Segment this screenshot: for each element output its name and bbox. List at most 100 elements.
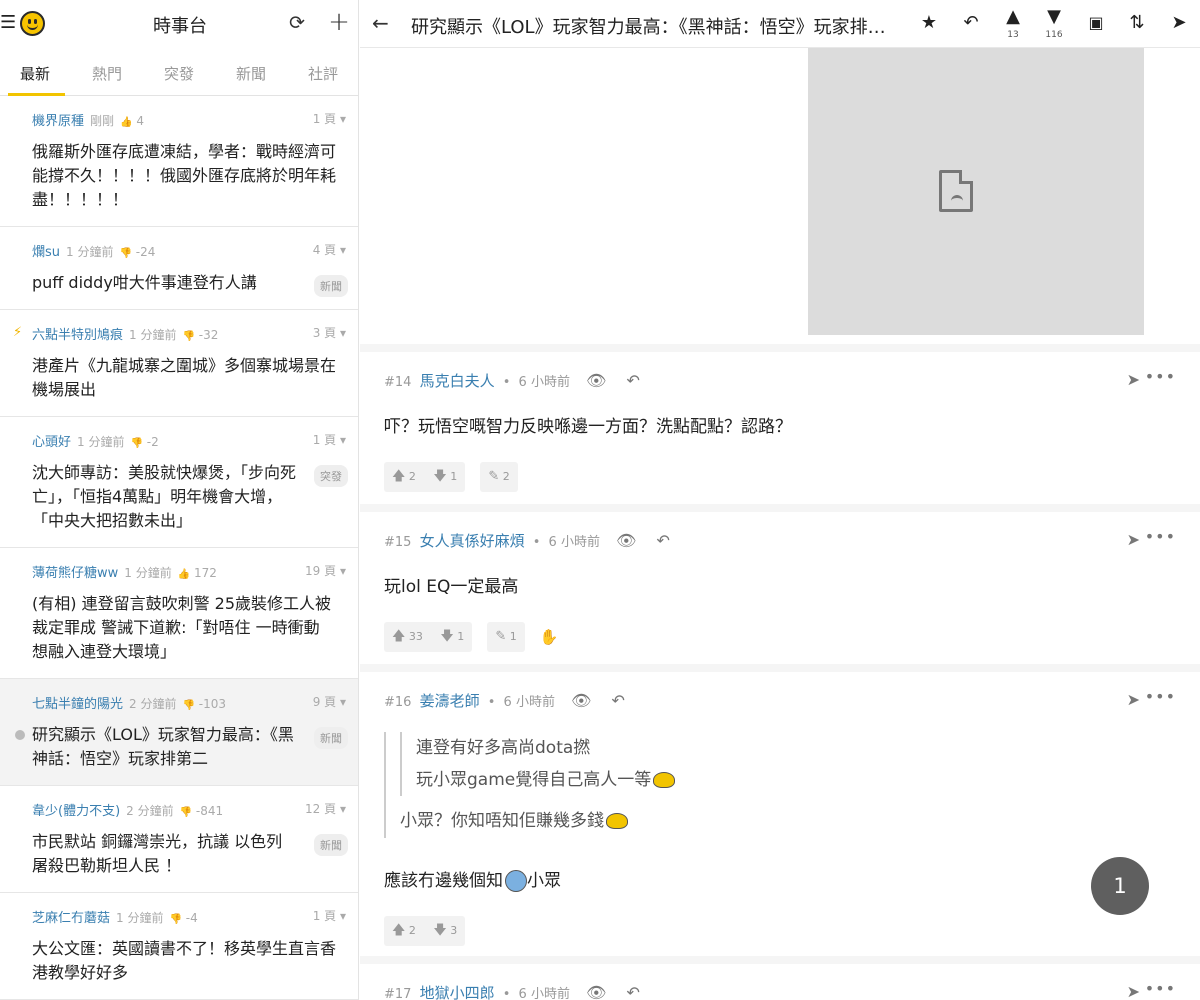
post-body: 吓？玩悟空嘅智力反映喺邊一方面？洗點配點？認路？	[384, 417, 792, 437]
refresh-icon[interactable]: ⟳	[286, 12, 308, 34]
downvote-count: 1	[457, 630, 465, 643]
thread-item[interactable]: 爛su 1 分鐘前 👎 -24 4 頁 ▾ puff diddy咁大件事連登冇人講 新聞	[0, 227, 358, 310]
thread-tag: 新聞	[314, 834, 348, 856]
thread-pages[interactable]: 19 頁 ▾	[305, 562, 346, 579]
thread-item[interactable]: ⚡ 六點半特別鳩痕 1 分鐘前 👎 -32 3 頁 ▾ 港產片《九龍城寨之圍城》多個寨城場…	[0, 310, 358, 417]
back-arrow-icon[interactable]: ←	[372, 11, 389, 35]
thread-content: #14 馬克白夫人 • 6 小時前 👁 ↶ ➤ ••• 吓？玩悟空嘅智力反映喺邊…	[360, 48, 1200, 1000]
like-count: 13	[1007, 30, 1019, 40]
thumbs-down-icon: 👎	[179, 807, 193, 818]
thread-tag: 突發	[314, 465, 348, 487]
thread-meta: 六點半特別鳩痕 1 分鐘前 👎 -32 3 頁 ▾	[32, 324, 346, 344]
downvote-icon[interactable]: 🡇	[433, 469, 446, 484]
upvote-icon[interactable]: 🡅	[392, 629, 405, 644]
share-icon[interactable]: ➤	[1127, 690, 1140, 709]
image-mode-icon[interactable]: ▣	[1085, 12, 1107, 34]
post-time: 6 小時前	[503, 695, 555, 710]
author-only-icon[interactable]: ⇅	[1126, 12, 1148, 34]
upvote-icon[interactable]: 🡅	[392, 923, 405, 938]
thread-meta: 薄荷熊仔糖ww 1 分鐘前 👍 172 19 頁 ▾	[32, 562, 346, 582]
eye-icon[interactable]: 👁	[571, 691, 591, 710]
thread-item[interactable]: 韋少(體力不支) 2 分鐘前 👎 -841 12 頁 ▾ 市民默站 銅鑼灣崇光，抗議 以…	[0, 786, 358, 893]
smiley-logo-icon[interactable]	[20, 11, 45, 36]
tab-breaking[interactable]: 突發	[164, 63, 194, 84]
post-header: #15 女人真係好麻煩 • 6 小時前 👁 ↶ ➤ •••	[384, 527, 1176, 550]
more-icon[interactable]: •••	[1145, 979, 1176, 998]
tab-news[interactable]: 新聞	[236, 63, 266, 84]
broken-image-icon	[939, 170, 973, 212]
tab-latest[interactable]: 最新	[20, 63, 50, 84]
thread-title[interactable]: 俄羅斯外匯存底遭凍結，學者：戰時經濟可能撐不久！！！！俄國外匯存底將於明年耗盡！…	[32, 140, 346, 212]
tab-hot[interactable]: 熱門	[92, 63, 122, 84]
menu-icon[interactable]: ☰	[0, 14, 16, 34]
reply-icon[interactable]: ↶	[960, 12, 982, 34]
tab-editorial[interactable]: 社評	[308, 63, 338, 84]
thread-title[interactable]: 大公文匯：英國讀書不了！移英學生直言香港教學好好多	[32, 937, 346, 985]
separator-dot: •	[532, 535, 541, 550]
thread-pages[interactable]: 1 頁 ▾	[313, 431, 346, 448]
thread-item[interactable]: 七點半鐘的陽光 2 分鐘前 👎 -103 9 頁 ▾ 研究顯示《LOL》玩家智力最高：《…	[0, 679, 358, 786]
thread-pages[interactable]: 4 頁 ▾	[313, 241, 346, 258]
more-icon[interactable]: •••	[1145, 527, 1176, 546]
separator-dot: •	[502, 987, 511, 1000]
thread-author[interactable]: 薄荷熊仔糖ww	[32, 566, 118, 581]
post-author[interactable]: 地獄小四郎	[420, 984, 495, 1000]
thread-author[interactable]: 六點半特別鳩痕	[32, 328, 123, 343]
post-header: #17 地獄小四郎 • 6 小時前 👁 ↶ ➤ •••	[384, 979, 1176, 1000]
dislike-icon[interactable]: ▼	[1043, 6, 1065, 28]
post-image[interactable]	[808, 48, 1144, 335]
quote-reply-icon[interactable]: ↶	[657, 531, 670, 550]
thread-author[interactable]: 機界原種	[32, 114, 84, 129]
thread-item[interactable]: 薄荷熊仔糖ww 1 分鐘前 👍 172 19 頁 ▾ (有相) 連登留言鼓吹刺警 25歲…	[0, 548, 358, 679]
thread-pages[interactable]: 3 頁 ▾	[313, 324, 346, 341]
thread-pages[interactable]: 9 頁 ▾	[313, 693, 346, 710]
thumbs-down-icon: 👎	[169, 914, 182, 925]
thread-author[interactable]: 韋少(體力不支)	[32, 804, 120, 819]
post-author[interactable]: 姜濤老師	[420, 692, 480, 710]
thread-item[interactable]: 機界原種 剛剛 👍 4 1 頁 ▾ 俄羅斯外匯存底遭凍結，學者：戰時經濟可能撐不久！！！…	[0, 96, 358, 227]
thread-author[interactable]: 芝麻仁冇蘑菇	[32, 911, 110, 926]
downvote-icon[interactable]: 🡇	[433, 923, 446, 938]
thread-pages[interactable]: 1 頁 ▾	[313, 907, 346, 924]
thread-title[interactable]: 港產片《九龍城寨之圍城》多個寨城場景在機場展出	[32, 354, 346, 402]
eye-icon[interactable]: 👁	[586, 983, 606, 1000]
more-icon[interactable]: •••	[1145, 367, 1176, 386]
thread-pages[interactable]: 1 頁 ▾	[313, 110, 346, 127]
eye-icon[interactable]: 👁	[586, 371, 606, 390]
eye-icon[interactable]: 👁	[616, 531, 636, 550]
quote-reply-icon[interactable]: ↶	[612, 691, 625, 710]
new-thread-icon[interactable]: +	[328, 9, 350, 35]
thread-time: 1 分鐘前	[66, 245, 114, 259]
like-icon[interactable]: ▲	[1002, 6, 1024, 28]
upvote-icon[interactable]: 🡅	[392, 469, 405, 484]
quote-reply-icon[interactable]: ↶	[627, 371, 640, 390]
thread-pages[interactable]: 12 頁 ▾	[305, 800, 346, 817]
more-icon[interactable]: •••	[1145, 687, 1176, 706]
thread-title[interactable]: puff diddy咁大件事連登冇人講	[32, 271, 346, 295]
thumbs-down-icon: 👎	[119, 248, 132, 259]
replies-pill[interactable]: ✎ 1	[487, 622, 525, 652]
thread-author[interactable]: 七點半鐘的陽光	[32, 697, 123, 712]
page-number-button[interactable]: 1	[1091, 857, 1149, 915]
thread-item[interactable]: 芝麻仁冇蘑菇 1 分鐘前 👎 -4 1 頁 ▾ 大公文匯：英國讀書不了！移英學生直言香港…	[0, 893, 358, 1000]
hand-icon[interactable]: ✋	[540, 622, 559, 652]
thread-score: 👎 -24	[119, 245, 156, 259]
post-author[interactable]: 女人真係好麻煩	[420, 532, 525, 550]
thread-title[interactable]: (有相) 連登留言鼓吹刺警 25歲裝修工人被裁定罪成 警誡下道歉:「對唔住 一時…	[32, 592, 346, 664]
share-icon[interactable]: ➤	[1127, 982, 1140, 1000]
quote-reply-icon[interactable]: ↶	[627, 983, 640, 1000]
vote-pill: 🡅 33 🡇 1	[384, 622, 473, 652]
share-icon[interactable]: ➤	[1168, 12, 1190, 34]
replies-pill[interactable]: ✎ 2	[480, 462, 518, 492]
thread-title[interactable]: 沈大師專訪：美股就快爆煲，「步向死亡」，「恒指4萬點」明年機會大增，「中央大把招…	[32, 461, 346, 533]
thread-title[interactable]: 市民默站 銅鑼灣崇光，抗議 以色列 屠殺巴勒斯坦人民 ！	[32, 830, 346, 878]
star-icon[interactable]: ★	[918, 12, 940, 34]
thread-author[interactable]: 心頭好	[32, 435, 71, 450]
thread-item[interactable]: 心頭好 1 分鐘前 👎 -2 1 頁 ▾ 沈大師專訪：美股就快爆煲，「步向死亡」，「恒指…	[0, 417, 358, 548]
share-icon[interactable]: ➤	[1127, 530, 1140, 549]
downvote-icon[interactable]: 🡇	[440, 629, 453, 644]
share-icon[interactable]: ➤	[1127, 370, 1140, 389]
thread-title[interactable]: 研究顯示《LOL》玩家智力最高：《黑神話：悟空》玩家排第二	[32, 723, 346, 771]
post-author[interactable]: 馬克白夫人	[420, 372, 495, 390]
thread-author[interactable]: 爛su	[32, 245, 60, 260]
